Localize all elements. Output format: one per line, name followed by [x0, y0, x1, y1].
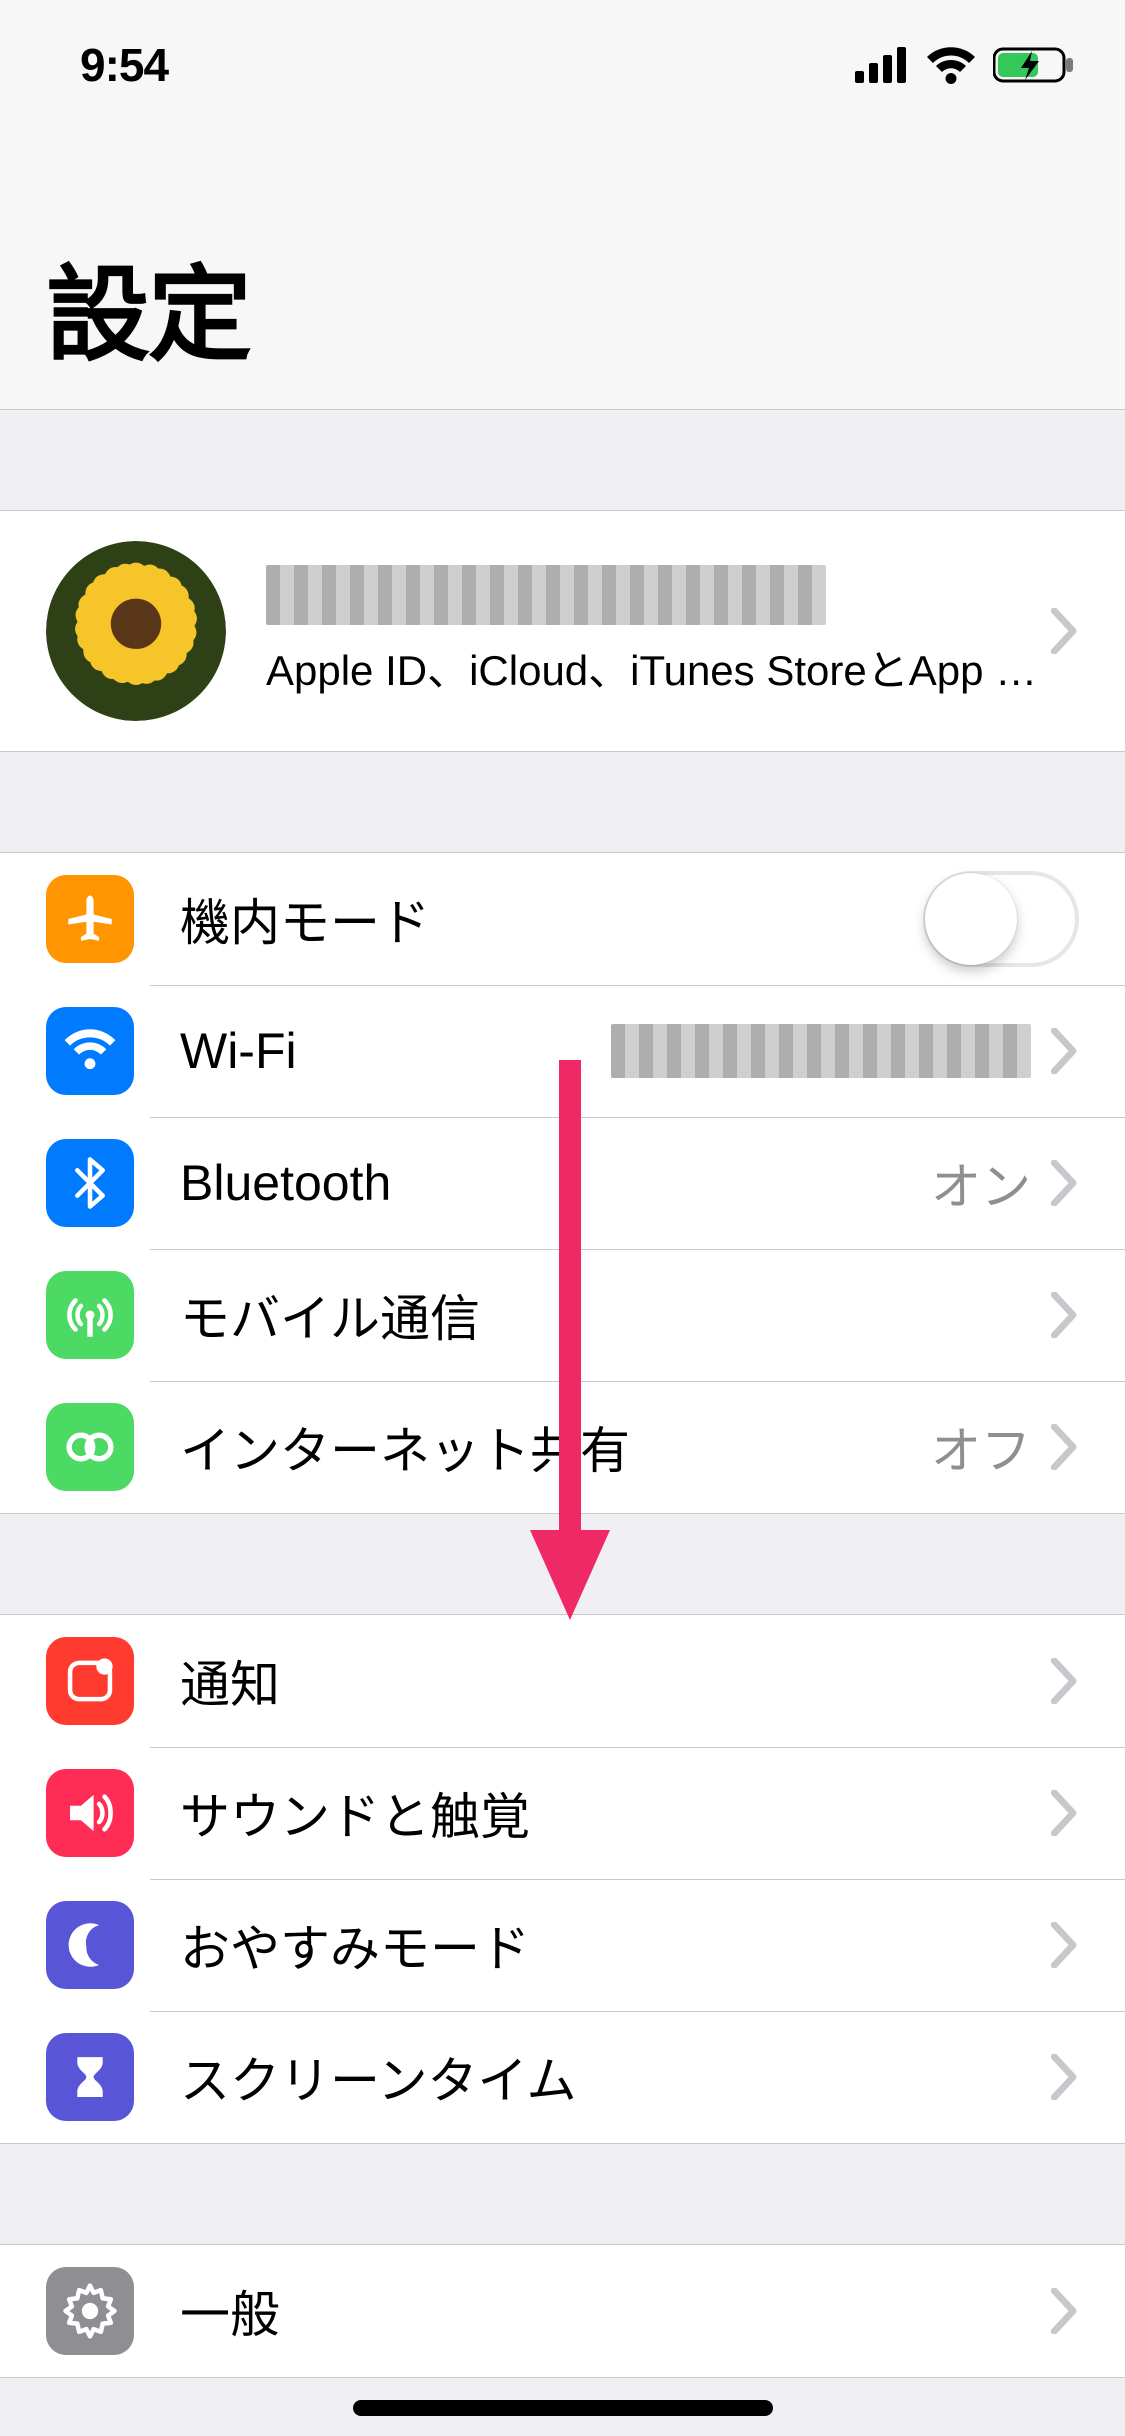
- chevron-right-icon: [1051, 1790, 1079, 1836]
- cellular-signal-icon: [855, 47, 909, 83]
- cellular-icon: [46, 1271, 134, 1359]
- airplane-label: 機内モード: [180, 883, 923, 955]
- sounds-cell[interactable]: サウンドと触覚: [0, 1747, 1125, 1879]
- chevron-right-icon: [1051, 1028, 1079, 1074]
- hourglass-icon: [46, 2033, 134, 2121]
- bluetooth-cell[interactable]: Bluetooth オン: [0, 1117, 1125, 1249]
- chevron-right-icon: [1051, 1424, 1079, 1470]
- sounds-label: サウンドと触覚: [180, 1777, 1051, 1849]
- airplane-icon: [46, 875, 134, 963]
- status-time: 9:54: [80, 38, 168, 92]
- screentime-label: スクリーンタイム: [180, 2041, 1051, 2113]
- cellular-label: モバイル通信: [180, 1279, 1051, 1351]
- avatar: [46, 541, 226, 721]
- wifi-label: Wi-Fi: [180, 1022, 611, 1080]
- sounds-icon: [46, 1769, 134, 1857]
- dnd-cell[interactable]: おやすみモード: [0, 1879, 1125, 2011]
- chevron-right-icon: [1051, 1922, 1079, 1968]
- wifi-value-redacted: [611, 1024, 1031, 1078]
- bluetooth-label: Bluetooth: [180, 1154, 931, 1212]
- chevron-right-icon: [1051, 608, 1079, 654]
- screentime-cell[interactable]: スクリーンタイム: [0, 2011, 1125, 2143]
- page-title: 設定: [46, 230, 250, 381]
- wifi-icon: [925, 46, 977, 84]
- profile-subtitle: Apple ID、iCloud、iTunes StoreとApp S...: [266, 637, 1051, 698]
- notifications-icon: [46, 1637, 134, 1725]
- gear-icon: [46, 2267, 134, 2355]
- hotspot-value: オフ: [931, 1411, 1031, 1483]
- general-cell[interactable]: 一般: [0, 2245, 1125, 2377]
- profile-name-redacted: [266, 565, 826, 625]
- dnd-label: おやすみモード: [180, 1909, 1051, 1981]
- general-group: 一般: [0, 2244, 1125, 2378]
- airplane-mode-cell[interactable]: 機内モード: [0, 853, 1125, 985]
- notifications-label: 通知: [180, 1645, 1051, 1717]
- profile-group: Apple ID、iCloud、iTunes StoreとApp S...: [0, 510, 1125, 752]
- hotspot-cell[interactable]: インターネット共有 オフ: [0, 1381, 1125, 1513]
- airplane-toggle[interactable]: [923, 871, 1079, 967]
- chevron-right-icon: [1051, 1160, 1079, 1206]
- chevron-right-icon: [1051, 1658, 1079, 1704]
- chevron-right-icon: [1051, 2054, 1079, 2100]
- cellular-cell[interactable]: モバイル通信: [0, 1249, 1125, 1381]
- hotspot-label: インターネット共有: [180, 1411, 931, 1483]
- connectivity-group: 機内モード Wi-Fi Bluetooth オン: [0, 852, 1125, 1514]
- apple-id-cell[interactable]: Apple ID、iCloud、iTunes StoreとApp S...: [0, 511, 1125, 751]
- chevron-right-icon: [1051, 1292, 1079, 1338]
- chevron-right-icon: [1051, 2288, 1079, 2334]
- moon-icon: [46, 1901, 134, 1989]
- hotspot-icon: [46, 1403, 134, 1491]
- bluetooth-icon: [46, 1139, 134, 1227]
- status-bar: 9:54: [0, 0, 1125, 130]
- wifi-cell[interactable]: Wi-Fi: [0, 985, 1125, 1117]
- battery-charging-icon: [993, 46, 1075, 84]
- notifications-group: 通知 サウンドと触覚 おやすみモード: [0, 1614, 1125, 2144]
- notifications-cell[interactable]: 通知: [0, 1615, 1125, 1747]
- status-right: [855, 46, 1075, 84]
- page-header: 設定: [0, 130, 1125, 410]
- bluetooth-value: オン: [931, 1147, 1031, 1219]
- home-indicator[interactable]: [353, 2400, 773, 2416]
- general-label: 一般: [180, 2275, 1051, 2347]
- wifi-settings-icon: [46, 1007, 134, 1095]
